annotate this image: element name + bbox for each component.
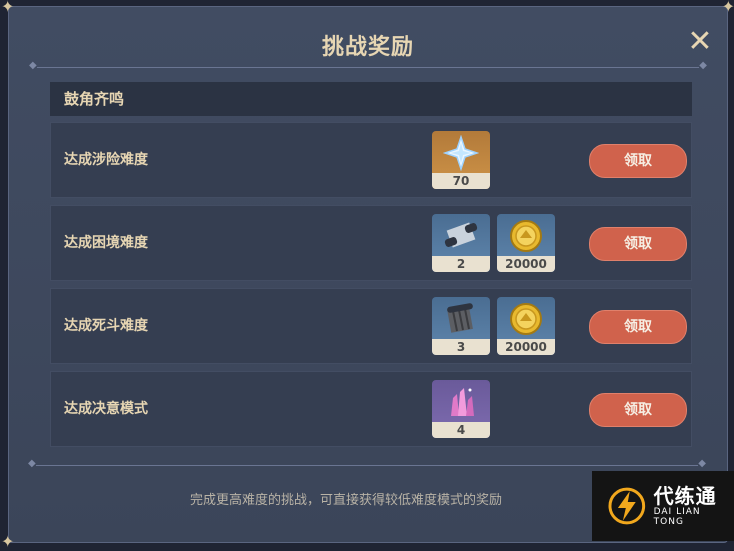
row-label: 达成困境难度 xyxy=(64,235,148,251)
scroll-icon xyxy=(432,297,490,341)
claim-button[interactable]: 领取 xyxy=(589,310,687,344)
claim-button[interactable]: 领取 xyxy=(589,227,687,261)
row-label: 达成决意模式 xyxy=(64,401,148,417)
crystal-icon xyxy=(432,380,490,424)
row-label: 达成死斗难度 xyxy=(64,318,148,334)
close-button[interactable]: ✕ xyxy=(685,27,715,57)
reward-row: 达成死斗难度 3 20000 领取 xyxy=(50,288,692,364)
watermark-logo: 代练通 DAI LIAN TONG xyxy=(592,471,734,541)
corner-star-icon: ✦ xyxy=(721,0,734,16)
mora-coin-icon xyxy=(497,297,555,341)
footer-note: 完成更高难度的挑战，可直接获得较低难度模式的奖励 xyxy=(190,493,503,508)
reward-item[interactable]: 20000 xyxy=(497,214,555,272)
section-title: 鼓角齐鸣 xyxy=(50,82,692,116)
watermark-main: 代练通 xyxy=(653,484,717,508)
item-quantity: 70 xyxy=(432,173,490,189)
reward-item[interactable]: 4 xyxy=(432,380,490,438)
reward-item[interactable]: 70 xyxy=(432,131,490,189)
corner-star-icon: ✦ xyxy=(1,532,15,551)
claim-button[interactable]: 领取 xyxy=(589,144,687,178)
row-label: 达成涉险难度 xyxy=(64,152,148,168)
lightning-logo-icon xyxy=(608,487,646,525)
item-quantity: 20000 xyxy=(497,339,555,355)
corner-star-icon: ✦ xyxy=(1,0,15,16)
top-divider xyxy=(29,60,707,71)
scroll-icon xyxy=(432,214,490,258)
reward-item[interactable]: 2 xyxy=(432,214,490,272)
item-quantity: 3 xyxy=(432,339,490,355)
dialog-title: 挑战奖励 xyxy=(321,35,414,60)
primogem-icon xyxy=(432,131,490,175)
reward-item[interactable]: 20000 xyxy=(497,297,555,355)
reward-row: 达成决意模式 4 领取 xyxy=(50,371,692,447)
item-quantity: 2 xyxy=(432,256,490,272)
reward-row: 达成困境难度 2 20000 领取 xyxy=(50,205,692,281)
item-quantity: 4 xyxy=(432,422,490,438)
claim-button[interactable]: 领取 xyxy=(589,393,687,427)
bottom-divider xyxy=(28,458,706,469)
watermark-sub: DAI LIAN TONG xyxy=(653,507,701,527)
mora-coin-icon xyxy=(497,214,555,258)
item-quantity: 20000 xyxy=(497,256,555,272)
reward-item[interactable]: 3 xyxy=(432,297,490,355)
reward-row: 达成涉险难度 70 领取 xyxy=(50,122,692,198)
